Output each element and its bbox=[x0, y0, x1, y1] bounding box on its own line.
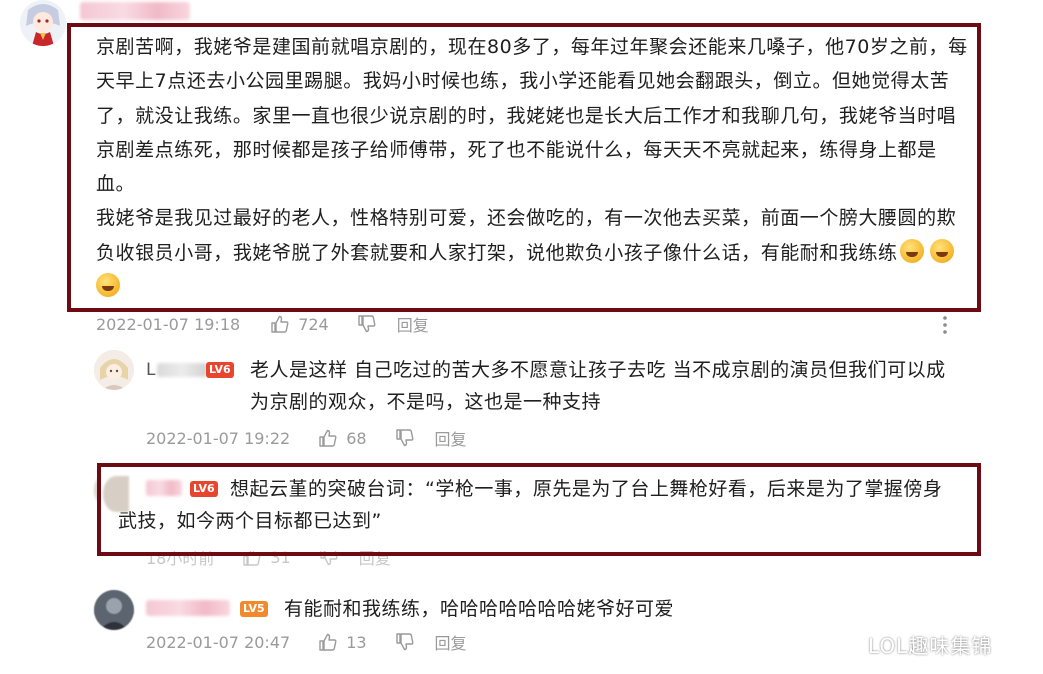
thumbs-up-icon bbox=[271, 315, 289, 333]
like-button[interactable]: 68 bbox=[318, 428, 367, 448]
reply-meta: 2022-01-07 20:47 13 回复 bbox=[146, 630, 467, 654]
dislike-button[interactable] bbox=[357, 314, 377, 334]
more-vertical-icon[interactable] bbox=[940, 314, 950, 336]
thumbs-down-icon bbox=[358, 315, 376, 333]
watermark: LOL趣味集锦 bbox=[868, 634, 993, 658]
reply-username-blurred bbox=[157, 363, 208, 377]
thumbs-down-icon bbox=[395, 429, 413, 447]
reply-username[interactable]: L bbox=[146, 359, 208, 381]
reply-text: 有能耐和我练练，哈哈哈哈哈哈哈姥爷好可爱 bbox=[284, 598, 675, 620]
reply-username[interactable] bbox=[146, 600, 230, 616]
top-comment-meta: 2022-01-07 19:18 724 回复 bbox=[96, 312, 429, 336]
level-badge: LV6 bbox=[206, 362, 234, 378]
top-comment-avatar[interactable] bbox=[20, 0, 66, 46]
reply-avatar[interactable] bbox=[94, 590, 134, 630]
reply-username-initial: L bbox=[146, 360, 156, 380]
reply-meta: 2022-01-07 19:22 68 回复 bbox=[146, 426, 467, 450]
like-count: 724 bbox=[298, 314, 329, 334]
like-count: 68 bbox=[346, 428, 367, 448]
timestamp: 2022-01-07 19:18 bbox=[96, 314, 241, 334]
reply-button[interactable]: 回复 bbox=[435, 426, 467, 450]
thumbs-up-icon bbox=[319, 429, 337, 447]
like-button[interactable]: 724 bbox=[270, 314, 329, 334]
reply-button[interactable]: 回复 bbox=[397, 312, 429, 336]
like-button[interactable]: 13 bbox=[318, 632, 367, 652]
reply-button[interactable]: 回复 bbox=[435, 630, 467, 654]
highlight-box-top-comment bbox=[67, 23, 981, 312]
user-avatar-icon bbox=[94, 350, 134, 390]
dislike-button[interactable] bbox=[395, 428, 415, 448]
timestamp: 2022-01-07 19:22 bbox=[146, 428, 291, 448]
like-count: 13 bbox=[346, 632, 367, 652]
reply-text: 老人是这样 自己吃过的苦大多不愿意让孩子去吃 当不成京剧的演员但我们可以成为京剧… bbox=[250, 359, 946, 413]
highlight-box-reply bbox=[97, 463, 981, 556]
level-badge: LV5 bbox=[240, 601, 268, 617]
thumbs-up-icon bbox=[319, 633, 337, 651]
dislike-button[interactable] bbox=[395, 632, 415, 652]
reply-avatar[interactable] bbox=[94, 350, 134, 390]
top-comment-username[interactable] bbox=[80, 2, 190, 20]
thumbs-down-icon bbox=[395, 633, 413, 651]
anime-girl-avatar-icon bbox=[20, 0, 66, 46]
user-avatar-icon bbox=[94, 590, 134, 630]
timestamp: 2022-01-07 20:47 bbox=[146, 632, 291, 652]
